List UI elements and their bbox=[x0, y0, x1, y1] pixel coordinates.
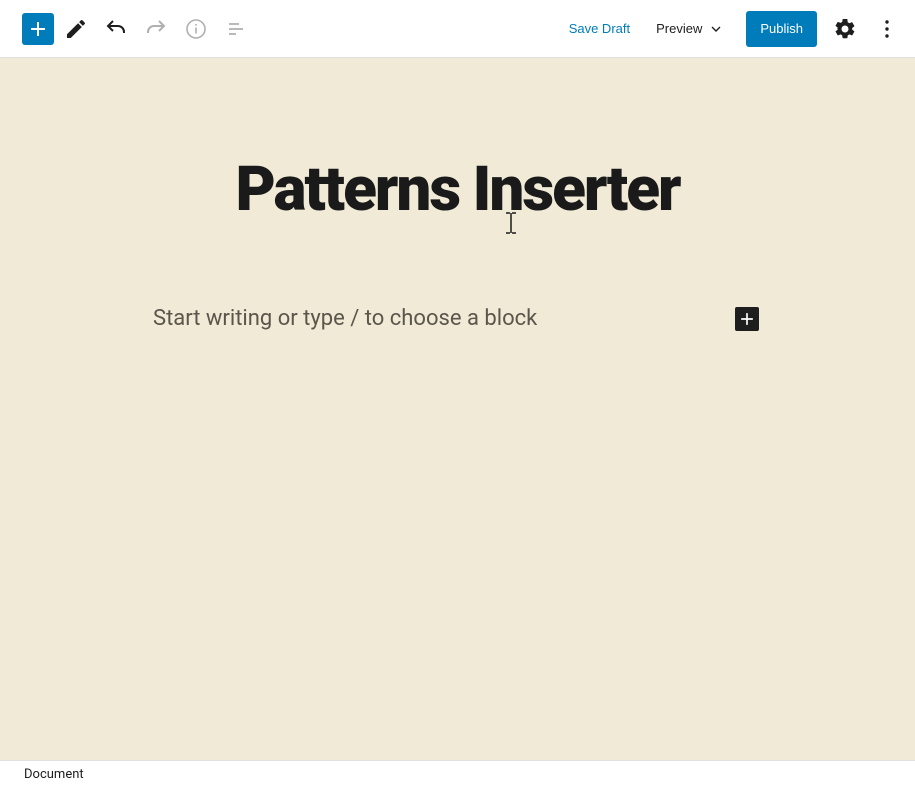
toolbar-right-group: Save Draft Preview Publish bbox=[559, 5, 905, 53]
save-draft-button[interactable]: Save Draft bbox=[559, 21, 640, 36]
editor-toolbar: Save Draft Preview Publish bbox=[0, 0, 915, 58]
undo-icon bbox=[104, 17, 128, 41]
breadcrumb[interactable]: Document bbox=[24, 767, 84, 782]
block-placeholder[interactable]: Start writing or type / to choose a bloc… bbox=[153, 306, 735, 331]
default-block-appender[interactable]: Start writing or type / to choose a bloc… bbox=[153, 306, 759, 331]
redo-button[interactable] bbox=[138, 11, 174, 47]
publish-button[interactable]: Publish bbox=[746, 11, 817, 47]
list-icon bbox=[224, 17, 248, 41]
outline-button[interactable] bbox=[218, 11, 254, 47]
options-button[interactable] bbox=[869, 5, 905, 53]
editor-canvas[interactable]: Patterns Inserter Start writing or type … bbox=[0, 58, 915, 760]
redo-icon bbox=[144, 17, 168, 41]
pencil-icon bbox=[64, 17, 88, 41]
gear-icon bbox=[833, 17, 857, 41]
plus-icon bbox=[737, 309, 757, 329]
block-inserter-button[interactable] bbox=[22, 13, 54, 45]
preview-label: Preview bbox=[656, 21, 702, 36]
tools-button[interactable] bbox=[58, 11, 94, 47]
undo-button[interactable] bbox=[98, 11, 134, 47]
preview-button[interactable]: Preview bbox=[646, 21, 734, 37]
more-vertical-icon bbox=[875, 17, 899, 41]
inline-inserter-button[interactable] bbox=[735, 307, 759, 331]
toolbar-left-group bbox=[22, 11, 254, 47]
details-button[interactable] bbox=[178, 11, 214, 47]
plus-icon bbox=[26, 17, 50, 41]
post-title[interactable]: Patterns Inserter bbox=[0, 153, 915, 226]
chevron-down-icon bbox=[708, 21, 724, 37]
editor-footer: Document bbox=[0, 760, 915, 787]
settings-button[interactable] bbox=[827, 5, 863, 53]
info-icon bbox=[184, 17, 208, 41]
